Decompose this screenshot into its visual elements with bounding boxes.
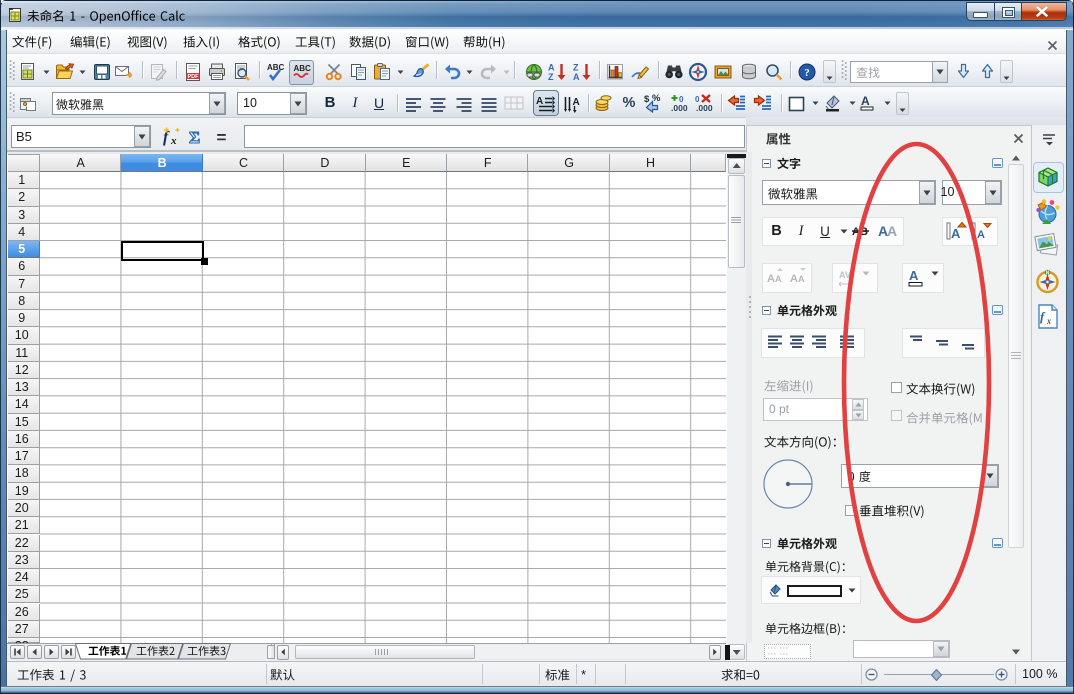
svg-text:%: % — [652, 93, 661, 104]
svg-text:.000: .000 — [696, 103, 713, 113]
svg-text:N: N — [1046, 271, 1050, 277]
svg-text:x: x — [1046, 316, 1051, 326]
svg-text:Σ: Σ — [189, 128, 200, 147]
svg-text:x: x — [170, 135, 177, 147]
svg-text:A: A — [775, 274, 782, 284]
svg-text:?: ? — [804, 67, 810, 79]
svg-text:PDF: PDF — [188, 74, 200, 80]
svg-text:A: A — [951, 226, 961, 241]
svg-text:.000: .000 — [671, 103, 688, 113]
svg-text:A: A — [861, 94, 870, 108]
svg-text:ABC: ABC — [267, 63, 285, 72]
svg-text:A: A — [798, 274, 805, 284]
svg-text:=: = — [217, 128, 227, 147]
svg-text:A: A — [887, 223, 897, 239]
svg-text:AV: AV — [839, 270, 851, 280]
svg-text:Z: Z — [548, 72, 554, 82]
svg-text:A: A — [790, 273, 798, 285]
svg-text:A: A — [548, 63, 555, 73]
svg-text:A: A — [909, 268, 919, 283]
svg-text:A: A — [767, 273, 775, 285]
svg-text:A: A — [977, 229, 985, 241]
svg-text:A: A — [536, 96, 543, 107]
svg-text:ABC: ABC — [293, 64, 311, 73]
svg-text:A: A — [573, 72, 580, 82]
svg-text:Z: Z — [573, 63, 579, 73]
svg-text:$: $ — [644, 94, 650, 105]
svg-text:AB: AB — [852, 226, 868, 238]
svg-text:A: A — [573, 97, 580, 108]
